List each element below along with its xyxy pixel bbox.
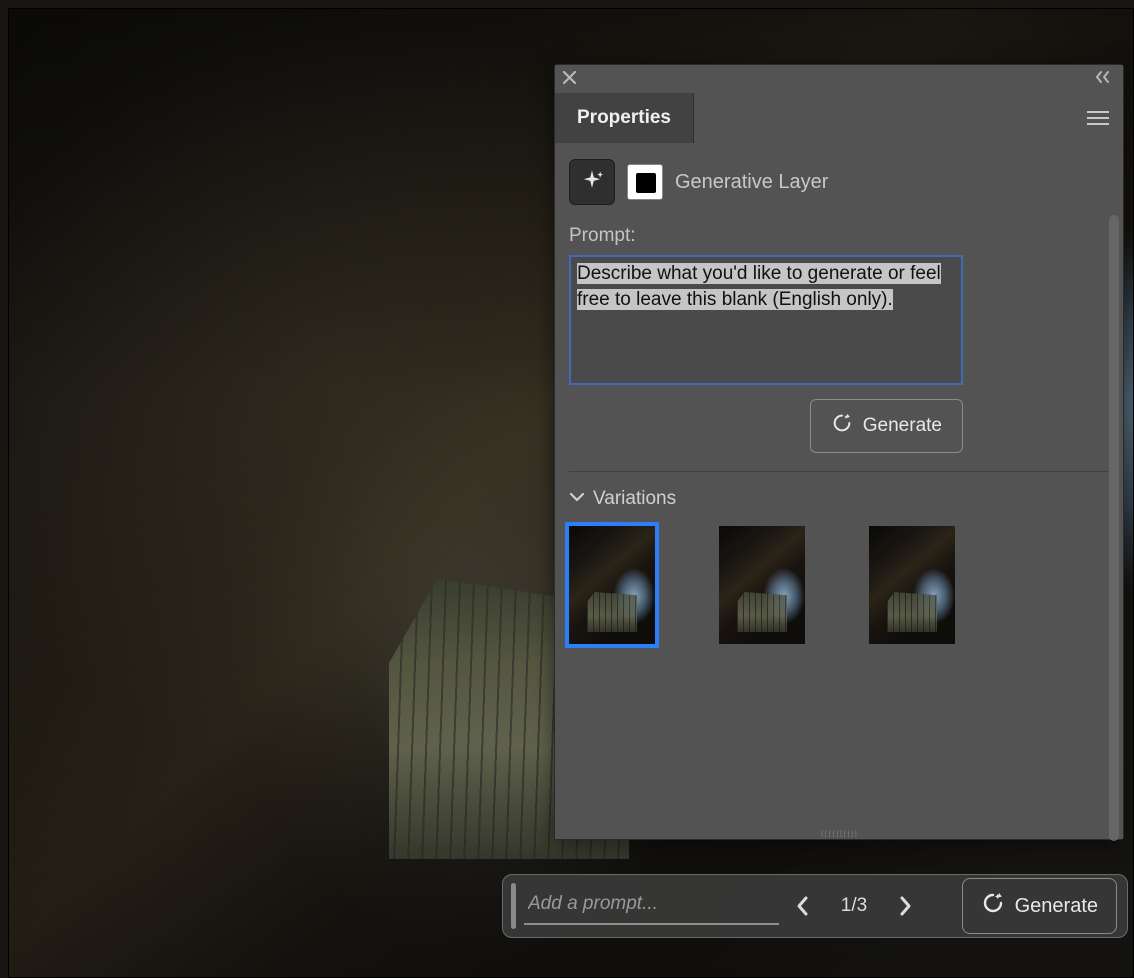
variation-thumbnail-2[interactable] <box>719 526 805 644</box>
prompt-placeholder-text: Describe what you'd like to generate or … <box>577 263 941 310</box>
prompt-section: Prompt: Describe what you'd like to gene… <box>555 219 1123 471</box>
panel-tabs: Properties <box>555 93 1123 143</box>
prev-variation-button[interactable] <box>795 895 809 917</box>
next-variation-button[interactable] <box>899 895 913 917</box>
collapse-panel-icon[interactable] <box>1095 70 1115 89</box>
bottom-generate-button[interactable]: Generate <box>962 878 1117 934</box>
variation-thumbnail-3[interactable] <box>869 526 955 644</box>
close-icon[interactable] <box>563 71 576 88</box>
bottom-prompt-wrap <box>524 887 779 925</box>
properties-panel: Properties Generative Layer <box>554 64 1124 840</box>
panel-menu-icon[interactable] <box>1087 110 1109 126</box>
canvas-area: Properties Generative Layer <box>0 0 1134 978</box>
layer-title: Generative Layer <box>675 171 828 194</box>
tab-properties[interactable]: Properties <box>555 93 694 143</box>
generate-button[interactable]: Generate <box>810 399 963 453</box>
panel-titlebar <box>555 65 1123 93</box>
panel-resize-grip[interactable]: | | | | | | | | | | <box>814 829 864 839</box>
variations-row <box>555 520 1123 650</box>
generative-fill-icon[interactable] <box>569 159 615 205</box>
chevron-down-icon <box>569 487 585 509</box>
variation-counter: 1/3 <box>837 895 871 917</box>
layer-mask-thumbnail[interactable] <box>627 164 663 200</box>
drag-handle[interactable] <box>511 883 516 929</box>
regenerate-icon <box>981 891 1005 921</box>
bottom-generate-label: Generate <box>1015 895 1098 918</box>
variations-label: Variations <box>593 488 676 510</box>
variations-toggle[interactable]: Variations <box>555 472 1123 520</box>
prompt-textarea[interactable]: Describe what you'd like to generate or … <box>569 255 963 385</box>
regenerate-icon <box>831 412 853 440</box>
panel-scrollbar[interactable] <box>1109 215 1119 841</box>
panel-body: Generative Layer Prompt: Describe what y… <box>555 143 1123 839</box>
variation-nav: 1/3 <box>787 895 921 917</box>
prompt-label: Prompt: <box>569 225 1109 247</box>
contextual-task-bar: 1/3 Generate <box>502 874 1128 938</box>
variation-thumbnail-1[interactable] <box>569 526 655 644</box>
bottom-prompt-input[interactable] <box>524 887 779 919</box>
generate-button-label: Generate <box>863 415 942 437</box>
layer-header: Generative Layer <box>555 143 1123 219</box>
